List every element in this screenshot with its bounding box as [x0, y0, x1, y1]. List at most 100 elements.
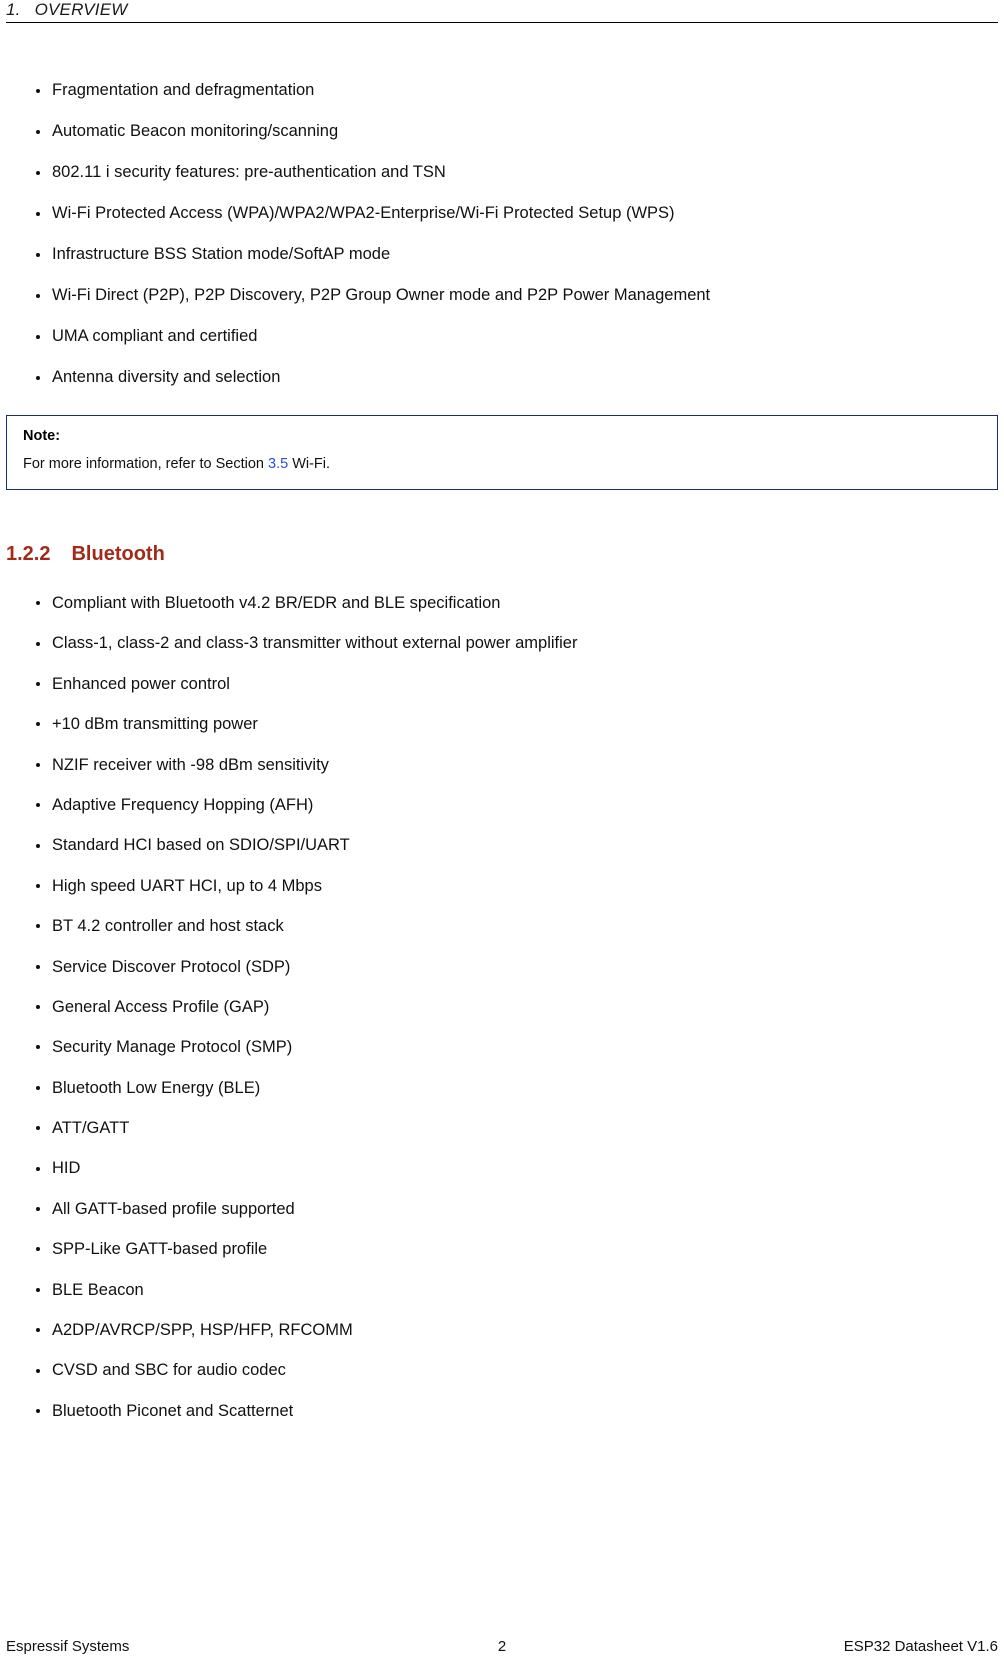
list-item: BT 4.2 controller and host stack — [21, 906, 577, 946]
note-title: Note: — [23, 428, 61, 444]
list-item-label: Standard HCI based on SDIO/SPI/UART — [52, 836, 350, 855]
list-item-label: A2DP/AVRCP/SPP, HSP/HFP, RFCOMM — [52, 1321, 353, 1340]
list-item-label: Bluetooth Piconet and Scatternet — [52, 1401, 294, 1420]
list-item: Automatic Beacon monitoring/scanning — [21, 111, 710, 152]
bullet-dot-icon — [36, 1409, 40, 1413]
bullet-dot-icon — [36, 601, 40, 606]
bullet-dot-icon — [36, 762, 40, 767]
header-chapter-number: 1. — [6, 0, 21, 19]
list-item: BLE Beacon — [21, 1270, 577, 1310]
list-item: Bluetooth Piconet and Scatternet — [21, 1391, 577, 1431]
list-item-label: High speed UART HCI, up to 4 Mbps — [52, 876, 322, 895]
list-item: SPP-Like GATT-based profile — [21, 1229, 577, 1269]
list-item: UMA compliant and certified — [21, 316, 710, 357]
note-text-before: For more information, refer to Section — [23, 455, 268, 472]
list-item: HID — [21, 1148, 577, 1188]
list-item-label: Security Manage Protocol (SMP) — [52, 1038, 293, 1057]
header-chapter-title: 1. OVERVIEW — [6, 0, 128, 20]
bullet-dot-icon — [36, 1045, 40, 1050]
list-item-label: HID — [52, 1159, 81, 1178]
bullet-dot-icon — [36, 641, 40, 646]
list-item: Compliant with Bluetooth v4.2 BR/EDR and… — [21, 583, 577, 623]
header-chapter-name: OVERVIEW — [34, 0, 128, 19]
bullet-dot-icon — [36, 1287, 40, 1292]
list-item: Class-1, class-2 and class-3 transmitter… — [21, 623, 577, 663]
list-item-label: BT 4.2 controller and host stack — [52, 917, 284, 936]
bullet-dot-icon — [36, 681, 40, 686]
bullet-dot-icon — [36, 843, 40, 848]
list-item-label: Wi-Fi Direct (P2P), P2P Discovery, P2P G… — [52, 286, 711, 304]
list-item: ATT/GATT — [21, 1108, 577, 1148]
list-item-label: All GATT-based profile supported — [52, 1199, 295, 1218]
list-item: High speed UART HCI, up to 4 Mbps — [21, 866, 577, 906]
page-footer: Espressif Systems 2 ESP32 Datasheet V1.6 — [6, 1638, 998, 1660]
bullet-dot-icon — [36, 334, 40, 339]
bullet-dot-icon — [36, 1207, 40, 1212]
list-item: Antenna diversity and selection — [21, 357, 710, 398]
list-item: Fragmentation and defragmentation — [21, 70, 710, 111]
list-item-label: Wi-Fi Protected Access (WPA)/WPA2/WPA2-E… — [52, 204, 675, 222]
page-header: 1. OVERVIEW — [6, 0, 998, 28]
bullet-dot-icon — [36, 924, 40, 929]
list-item-label: NZIF receiver with -98 dBm sensitivity — [52, 755, 329, 774]
list-item-label: Infrastructure BSS Station mode/SoftAP m… — [52, 245, 391, 263]
bullet-dot-icon — [36, 1247, 40, 1252]
bullet-dot-icon — [36, 129, 40, 134]
bullet-dot-icon — [36, 252, 40, 257]
list-item: All GATT-based profile supported — [21, 1189, 577, 1229]
list-item: NZIF receiver with -98 dBm sensitivity — [21, 745, 577, 785]
list-item-label: UMA compliant and certified — [52, 327, 258, 345]
bullet-dot-icon — [36, 1085, 40, 1090]
list-item: Bluetooth Low Energy (BLE) — [21, 1068, 577, 1108]
bullet-dot-icon — [36, 211, 40, 216]
list-item: Service Discover Protocol (SDP) — [21, 947, 577, 987]
bullet-dot-icon — [36, 722, 40, 727]
list-item-label: Adaptive Frequency Hopping (AFH) — [52, 795, 314, 814]
bullet-dot-icon — [36, 1328, 40, 1333]
list-item-label: Enhanced power control — [52, 674, 230, 693]
list-item: Wi-Fi Protected Access (WPA)/WPA2/WPA2-E… — [21, 193, 710, 234]
list-item: Standard HCI based on SDIO/SPI/UART — [21, 825, 577, 865]
list-item: Security Manage Protocol (SMP) — [21, 1027, 577, 1067]
document-page: 1. OVERVIEW Fragmentation and defragmenta… — [0, 0, 1004, 1659]
note-body: For more information, refer to Section 3… — [23, 454, 981, 476]
list-item-label: Service Discover Protocol (SDP) — [52, 957, 291, 976]
note-callout: Note: For more information, refer to Sec… — [6, 415, 998, 490]
wifi-feature-list: Fragmentation and defragmentation Automat… — [21, 70, 710, 398]
list-item-label: General Access Profile (GAP) — [52, 997, 270, 1016]
list-item: General Access Profile (GAP) — [21, 987, 577, 1027]
list-item: Wi-Fi Direct (P2P), P2P Discovery, P2P G… — [21, 275, 710, 316]
header-divider — [6, 22, 998, 23]
section-title: Bluetooth — [71, 543, 165, 565]
list-item: A2DP/AVRCP/SPP, HSP/HFP, RFCOMM — [21, 1310, 577, 1350]
list-item-label: 802.11 i security features: pre-authenti… — [52, 163, 446, 181]
list-item-label: BLE Beacon — [52, 1280, 144, 1299]
bullet-dot-icon — [36, 964, 40, 969]
bullet-dot-icon — [36, 1005, 40, 1010]
list-item: Enhanced power control — [21, 664, 577, 704]
list-item-label: Fragmentation and defragmentation — [52, 81, 315, 99]
list-item-label: Compliant with Bluetooth v4.2 BR/EDR and… — [52, 594, 501, 612]
list-item: Infrastructure BSS Station mode/SoftAP m… — [21, 234, 710, 275]
bullet-dot-icon — [36, 883, 40, 888]
bullet-dot-icon — [36, 170, 40, 175]
list-item-label: Class-1, class-2 and class-3 transmitter… — [52, 634, 578, 653]
list-item-label: Bluetooth Low Energy (BLE) — [52, 1078, 261, 1097]
bullet-dot-icon — [36, 1368, 40, 1373]
footer-document-title: ESP32 Datasheet V1.6 — [843, 1638, 998, 1655]
list-item-label: Automatic Beacon monitoring/scanning — [52, 122, 339, 140]
note-text-after: Wi-Fi. — [288, 455, 331, 472]
list-item-label: ATT/GATT — [52, 1119, 130, 1138]
note-section-link[interactable]: 3.5 — [268, 456, 288, 472]
bullet-dot-icon — [36, 293, 40, 298]
bullet-dot-icon — [36, 88, 40, 93]
list-item-label: Antenna diversity and selection — [52, 368, 281, 386]
bullet-dot-icon — [36, 1126, 40, 1131]
bullet-dot-icon — [36, 375, 40, 380]
list-item: +10 dBm transmitting power — [21, 704, 577, 744]
bullet-dot-icon — [36, 1166, 40, 1171]
list-item-label: +10 dBm transmitting power — [52, 715, 258, 734]
list-item: 802.11 i security features: pre-authenti… — [21, 152, 710, 193]
list-item: Adaptive Frequency Hopping (AFH) — [21, 785, 577, 825]
bluetooth-feature-list: Compliant with Bluetooth v4.2 BR/EDR and… — [21, 583, 577, 1431]
